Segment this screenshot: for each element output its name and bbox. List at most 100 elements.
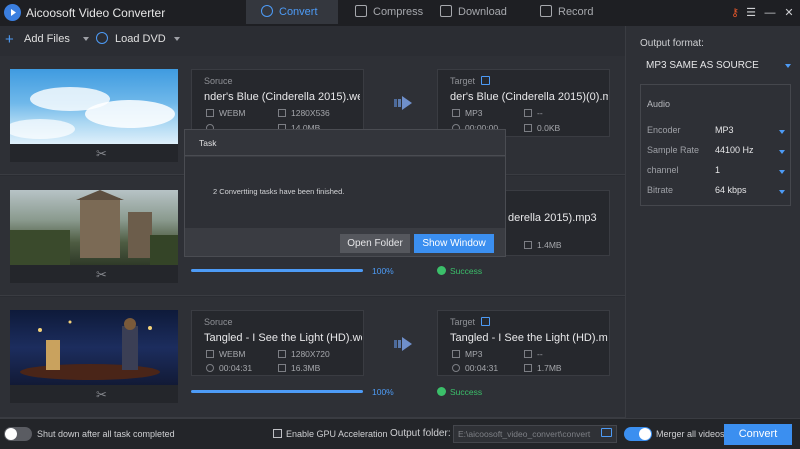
- encoder-select[interactable]: Encoder MP3: [647, 125, 787, 139]
- dvd-icon[interactable]: [96, 32, 108, 44]
- source-card: Soruce nder's Blue (Cinderella 2015).web…: [191, 69, 364, 137]
- resolution-icon: [278, 109, 286, 117]
- record-icon: [540, 5, 552, 17]
- minimize-icon[interactable]: —: [763, 6, 777, 20]
- target-resolution-value: --: [537, 349, 543, 359]
- success-icon: [437, 387, 446, 396]
- thumbnail-footer: ✂: [10, 144, 178, 162]
- close-icon[interactable]: ✕: [782, 6, 796, 20]
- download-icon: [440, 5, 452, 17]
- target-label-row: Target: [450, 76, 491, 86]
- merge-label: Merger all videos: [656, 429, 725, 439]
- load-dvd-button[interactable]: Load DVD: [115, 33, 166, 45]
- show-window-button[interactable]: Show Window: [414, 234, 494, 253]
- bitrate-value: 64 kbps: [715, 185, 747, 195]
- resolution-icon: [524, 350, 532, 358]
- target-file-name: derella 2015).mp3: [508, 212, 597, 224]
- target-resolution: --: [524, 108, 543, 118]
- video-thumbnail[interactable]: [10, 190, 178, 265]
- cut-icon[interactable]: ✂: [96, 267, 107, 283]
- compress-icon: [355, 5, 367, 17]
- boat-scene-image: [20, 318, 160, 380]
- key-icon[interactable]: ⚷: [728, 6, 742, 20]
- output-folder-input[interactable]: E:\aicoosoft_video_convert\convert: [453, 425, 617, 443]
- source-label: Soruce: [204, 76, 233, 86]
- gpu-checkbox[interactable]: [273, 429, 282, 438]
- convert-icon: [261, 5, 273, 17]
- folder-icon[interactable]: [601, 428, 612, 437]
- tab-download[interactable]: Download: [426, 0, 522, 24]
- video-thumbnail[interactable]: [10, 69, 178, 144]
- format-icon: [206, 350, 214, 358]
- target-card: Target Tangled - I See the Light (HD).mp…: [437, 310, 610, 376]
- tab-record[interactable]: Record: [522, 0, 610, 24]
- chevron-down-icon: [779, 170, 785, 174]
- cut-icon[interactable]: ✂: [96, 146, 107, 162]
- progress-bar: [191, 390, 363, 393]
- audio-settings-box: Audio Encoder MP3 Sample Rate 44100 Hz c…: [640, 84, 791, 206]
- shutdown-toggle[interactable]: [4, 427, 32, 441]
- sample-rate-label: Sample Rate: [647, 145, 700, 155]
- dialog-message: 2 Convertting tasks have been finished.: [213, 187, 345, 196]
- bitrate-select[interactable]: Bitrate 64 kbps: [647, 185, 787, 199]
- load-dvd-dropdown-icon[interactable]: [174, 37, 180, 41]
- resolution-icon: [524, 109, 532, 117]
- convert-button[interactable]: Convert: [724, 424, 792, 445]
- target-resolution: --: [524, 349, 543, 359]
- menu-icon[interactable]: ☰: [744, 6, 758, 20]
- source-resolution-value: 1280X720: [291, 349, 330, 359]
- toggle-knob: [639, 428, 651, 440]
- edit-icon[interactable]: [481, 317, 491, 326]
- shutdown-label: Shut down after all task completed: [37, 429, 175, 439]
- encoder-label: Encoder: [647, 125, 681, 135]
- resolution-icon: [278, 350, 286, 358]
- castle-image: [10, 190, 178, 265]
- add-icon[interactable]: +: [5, 31, 14, 48]
- size-icon: [278, 364, 286, 372]
- add-files-dropdown-icon[interactable]: [83, 37, 89, 41]
- progress-percent: 100%: [372, 266, 394, 276]
- bitrate-label: Bitrate: [647, 185, 674, 195]
- output-format-label: Output format:: [640, 38, 704, 49]
- channel-select[interactable]: channel 1: [647, 165, 787, 179]
- target-duration: 00:04:31: [452, 363, 498, 373]
- dialog-header: Task: [185, 130, 505, 156]
- source-format-value: WEBM: [219, 349, 246, 359]
- app-title: Aicoosoft Video Converter: [26, 6, 166, 20]
- success-icon: [437, 266, 446, 275]
- output-format-select[interactable]: MP3 SAME AS SOURCE: [640, 56, 792, 76]
- edit-icon[interactable]: [481, 76, 491, 85]
- target-size: 1.4MB: [524, 240, 562, 250]
- sample-rate-value: 44100 Hz: [715, 145, 754, 155]
- target-label: Target: [450, 317, 476, 327]
- source-resolution-value: 1280X536: [291, 108, 330, 118]
- merge-toggle[interactable]: [624, 427, 652, 441]
- tab-convert[interactable]: Convert: [246, 0, 338, 24]
- size-icon: [524, 364, 532, 372]
- open-folder-button[interactable]: Open Folder: [340, 234, 410, 253]
- tab-compress[interactable]: Compress: [338, 0, 426, 24]
- video-thumbnail[interactable]: [10, 310, 178, 385]
- target-resolution-value: --: [537, 108, 543, 118]
- tab-convert-label: Convert: [279, 6, 318, 18]
- dialog-title: Task: [199, 138, 217, 148]
- target-size: 1.7MB: [524, 363, 562, 373]
- audio-title: Audio: [647, 99, 671, 109]
- add-files-button[interactable]: Add Files: [24, 33, 70, 45]
- toolbar: + Add Files Load DVD: [0, 26, 625, 56]
- status-text: Success: [450, 266, 483, 276]
- task-dialog: Task 2 Convertting tasks have been finis…: [184, 129, 506, 257]
- source-format-value: WEBM: [219, 108, 246, 118]
- source-size-value: 16.3MB: [291, 363, 321, 373]
- target-format: MP3: [452, 108, 482, 118]
- dialog-body: 2 Convertting tasks have been finished.: [185, 157, 505, 228]
- source-duration-value: 00:04:31: [219, 363, 253, 373]
- target-duration-value: 00:04:31: [465, 363, 499, 373]
- source-format: WEBM: [206, 349, 245, 359]
- sample-rate-select[interactable]: Sample Rate 44100 Hz: [647, 145, 787, 159]
- chevron-down-icon: [779, 190, 785, 194]
- target-size-value: 1.7MB: [537, 363, 562, 373]
- cut-icon[interactable]: ✂: [96, 387, 107, 403]
- source-card: Soruce Tangled - I See the Light (HD).we…: [191, 310, 364, 376]
- output-format-value: MP3 SAME AS SOURCE: [646, 60, 759, 71]
